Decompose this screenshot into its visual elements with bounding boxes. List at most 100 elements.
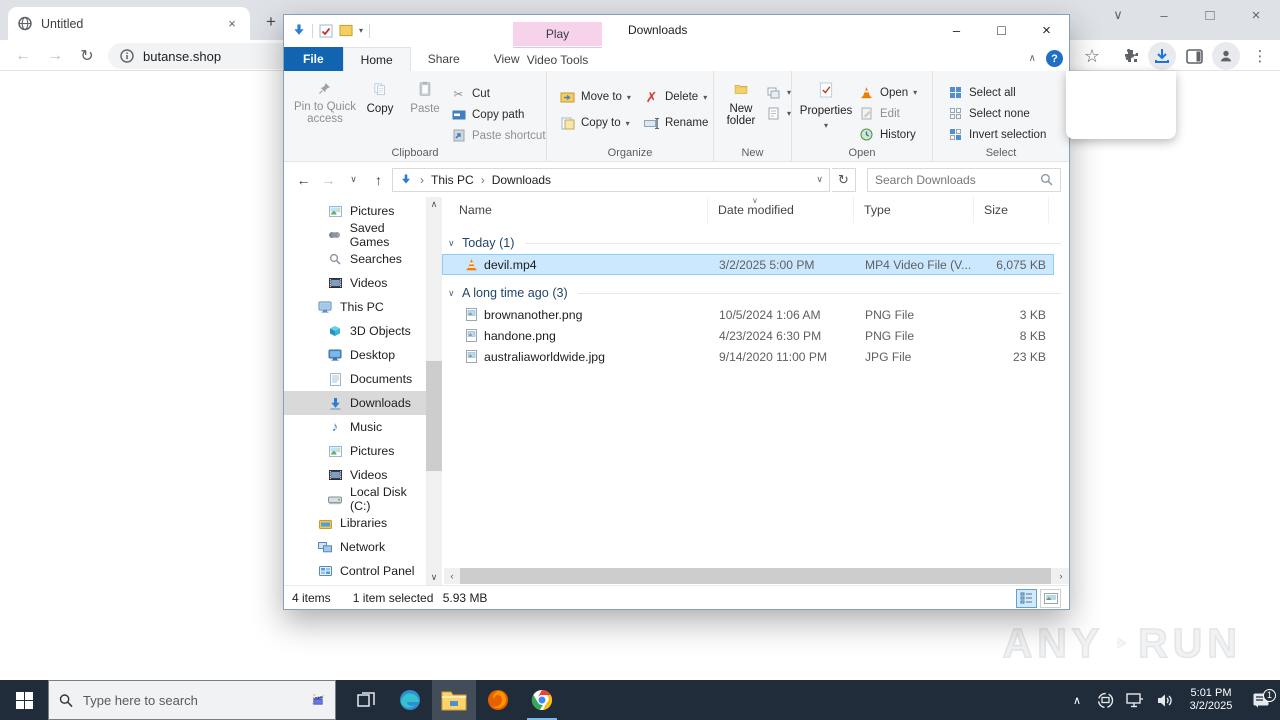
nav-back-button[interactable]: ← xyxy=(292,172,315,188)
explorer-address-bar[interactable]: › This PC › Downloads ∨ xyxy=(392,167,830,192)
column-header-size[interactable]: Size xyxy=(974,197,1049,223)
task-view-button[interactable] xyxy=(344,680,388,720)
explorer-search-input[interactable] xyxy=(875,172,1039,187)
profile-avatar[interactable] xyxy=(1212,42,1240,70)
tab-video-tools[interactable]: Video Tools xyxy=(513,47,602,71)
file-row-devil-mp4[interactable]: devil.mp4 3/2/2025 5:00 PM MP4 Video File … xyxy=(442,254,1054,275)
properties-qat-icon[interactable] xyxy=(319,24,333,38)
explorer-search-box[interactable] xyxy=(867,167,1061,192)
history-button[interactable]: History xyxy=(858,124,917,145)
sidebar-item-local-disk-c[interactable]: Local Disk (C:) xyxy=(284,485,426,513)
browser-tab[interactable]: Untitled × xyxy=(8,7,250,40)
collapse-ribbon-chevron-icon[interactable]: ∧ xyxy=(1029,53,1036,64)
bookmark-star-icon[interactable]: ☆ xyxy=(1078,42,1106,70)
taskbar-firefox-icon[interactable] xyxy=(476,680,520,720)
forward-button[interactable]: → xyxy=(42,43,68,69)
group-collapse-chevron-icon[interactable]: ∨ xyxy=(448,238,462,249)
sidebar-item-pictures[interactable]: Pictures xyxy=(284,439,426,463)
file-row-handone-png[interactable]: handone.png 4/23/2024 6:30 PM PNG File 8 KB xyxy=(442,325,1054,346)
sidebar-item-videos[interactable]: Videos xyxy=(284,271,426,295)
new-folder-qat-icon[interactable] xyxy=(339,24,353,37)
taskbar-search-box[interactable] xyxy=(48,680,336,720)
downloads-icon[interactable] xyxy=(1148,42,1176,70)
tab-share[interactable]: Share xyxy=(411,47,477,71)
taskbar-file-explorer-icon[interactable] xyxy=(432,680,476,720)
sidebar-item-videos[interactable]: Videos xyxy=(284,463,426,487)
back-button[interactable]: ← xyxy=(10,43,36,69)
large-icons-view-button[interactable] xyxy=(1040,588,1061,608)
easy-access-button[interactable]: ▾ xyxy=(765,103,791,124)
cut-button[interactable]: ✂ Cut xyxy=(450,83,546,104)
rename-button[interactable]: Rename xyxy=(643,110,708,136)
sidebar-item-this-pc[interactable]: This PC xyxy=(284,295,426,319)
sidebar-item-libraries[interactable]: Libraries xyxy=(284,511,426,535)
tray-app-icon[interactable] xyxy=(1090,692,1120,709)
contextual-tab-header-play[interactable]: Play xyxy=(513,22,602,46)
sidebar-item-music[interactable]: ♪ Music xyxy=(284,415,426,439)
extensions-puzzle-icon[interactable] xyxy=(1117,42,1145,70)
address-dropdown-chevron-icon[interactable]: ∨ xyxy=(816,174,823,185)
nav-forward-button[interactable]: → xyxy=(317,172,340,188)
tray-network-icon[interactable] xyxy=(1120,692,1150,708)
column-header-type[interactable]: Type xyxy=(854,197,974,223)
sidebar-scrollbar[interactable]: ∧ ∨ xyxy=(426,197,442,585)
invert-selection-button[interactable]: Invert selection xyxy=(947,124,1069,145)
explorer-minimize-button[interactable]: – xyxy=(934,15,979,45)
scroll-down-arrow-icon[interactable]: ∨ xyxy=(426,572,442,583)
browser-menu-kebab-icon[interactable]: ⋮ xyxy=(1246,42,1274,70)
horizontal-scrollbar[interactable]: ‹ › xyxy=(444,568,1069,584)
browser-maximize-button[interactable]: □ xyxy=(1188,0,1232,30)
tab-search-button[interactable]: ∨ xyxy=(1096,0,1140,30)
browser-minimize-button[interactable]: – xyxy=(1142,0,1186,30)
taskbar-search-input[interactable] xyxy=(83,692,301,708)
qat-customize-caret-icon[interactable]: ▾ xyxy=(359,26,363,35)
recent-locations-chevron-icon[interactable]: ∨ xyxy=(342,174,365,185)
delete-button[interactable]: ✗ Delete ▾ xyxy=(643,84,708,110)
group-header-a-long-time-ago-3[interactable]: ∨ A long time ago (3) xyxy=(442,282,1069,304)
action-center-button[interactable]: 1 xyxy=(1242,688,1280,709)
sidebar-item-downloads[interactable]: Downloads xyxy=(284,391,426,415)
explorer-maximize-button[interactable]: □ xyxy=(979,15,1024,45)
group-collapse-chevron-icon[interactable]: ∨ xyxy=(448,288,462,299)
tab-file[interactable]: File xyxy=(284,47,343,71)
file-row-brownanother-png[interactable]: brownanother.png 10/5/2024 1:06 AM PNG Fil… xyxy=(442,304,1054,325)
tray-volume-icon[interactable] xyxy=(1150,693,1180,708)
taskbar-chrome-icon[interactable] xyxy=(520,680,564,720)
scroll-up-arrow-icon[interactable]: ∧ xyxy=(426,199,442,210)
sidebar-item-control-panel[interactable]: Control Panel xyxy=(284,559,426,583)
help-button[interactable]: ? xyxy=(1046,50,1063,67)
column-header-date-modified[interactable]: ∨ Date modified xyxy=(708,196,854,223)
refresh-button[interactable]: ↻ xyxy=(832,167,856,192)
taskbar-clock[interactable]: 5:01 PM 3/2/2025 xyxy=(1180,687,1242,713)
details-view-button[interactable] xyxy=(1016,588,1037,608)
group-header-today-1[interactable]: ∨ Today (1) xyxy=(442,232,1069,254)
start-button[interactable] xyxy=(0,680,48,720)
sidebar-item-pictures[interactable]: Pictures xyxy=(284,199,426,223)
tray-show-hidden-icons-chevron[interactable]: ∧ xyxy=(1064,694,1090,707)
sidebar-item-documents[interactable]: Documents xyxy=(284,367,426,391)
tab-close-button[interactable]: × xyxy=(224,16,240,31)
explorer-close-button[interactable]: × xyxy=(1024,15,1069,45)
tab-home[interactable]: Home xyxy=(342,47,411,71)
edit-button[interactable]: Edit xyxy=(858,103,917,124)
copy-to-button[interactable]: Copy to ▾ xyxy=(559,110,631,136)
scroll-right-arrow-icon[interactable]: › xyxy=(1053,571,1069,581)
scrollbar-thumb[interactable] xyxy=(426,361,442,471)
sidebar-item-network[interactable]: Network xyxy=(284,535,426,559)
scroll-left-arrow-icon[interactable]: ‹ xyxy=(444,571,460,581)
browser-close-button[interactable]: × xyxy=(1234,0,1278,30)
breadcrumb-this-pc[interactable]: This PC xyxy=(431,173,474,187)
downloads-popup[interactable] xyxy=(1066,71,1176,139)
move-to-button[interactable]: Move to ▾ xyxy=(559,84,631,110)
open-button[interactable]: Open ▾ xyxy=(858,82,917,103)
search-highlight-clapperboard-icon[interactable] xyxy=(311,687,325,713)
paste-shortcut-button[interactable]: Paste shortcut xyxy=(450,125,546,146)
sidebar-item-saved-games[interactable]: Saved Games xyxy=(284,221,426,249)
column-header-name[interactable]: Name xyxy=(442,197,708,223)
breadcrumb-downloads[interactable]: Downloads xyxy=(492,173,551,187)
new-item-button[interactable]: ▾ xyxy=(765,82,791,103)
copy-path-button[interactable]: Copy path xyxy=(450,104,546,125)
side-panel-icon[interactable] xyxy=(1180,42,1208,70)
file-row-australiaworldwide-jpg[interactable]: australiaworldwide.jpg 9/14/2020 11:00 PM… xyxy=(442,346,1054,367)
taskbar-edge-icon[interactable] xyxy=(388,680,432,720)
